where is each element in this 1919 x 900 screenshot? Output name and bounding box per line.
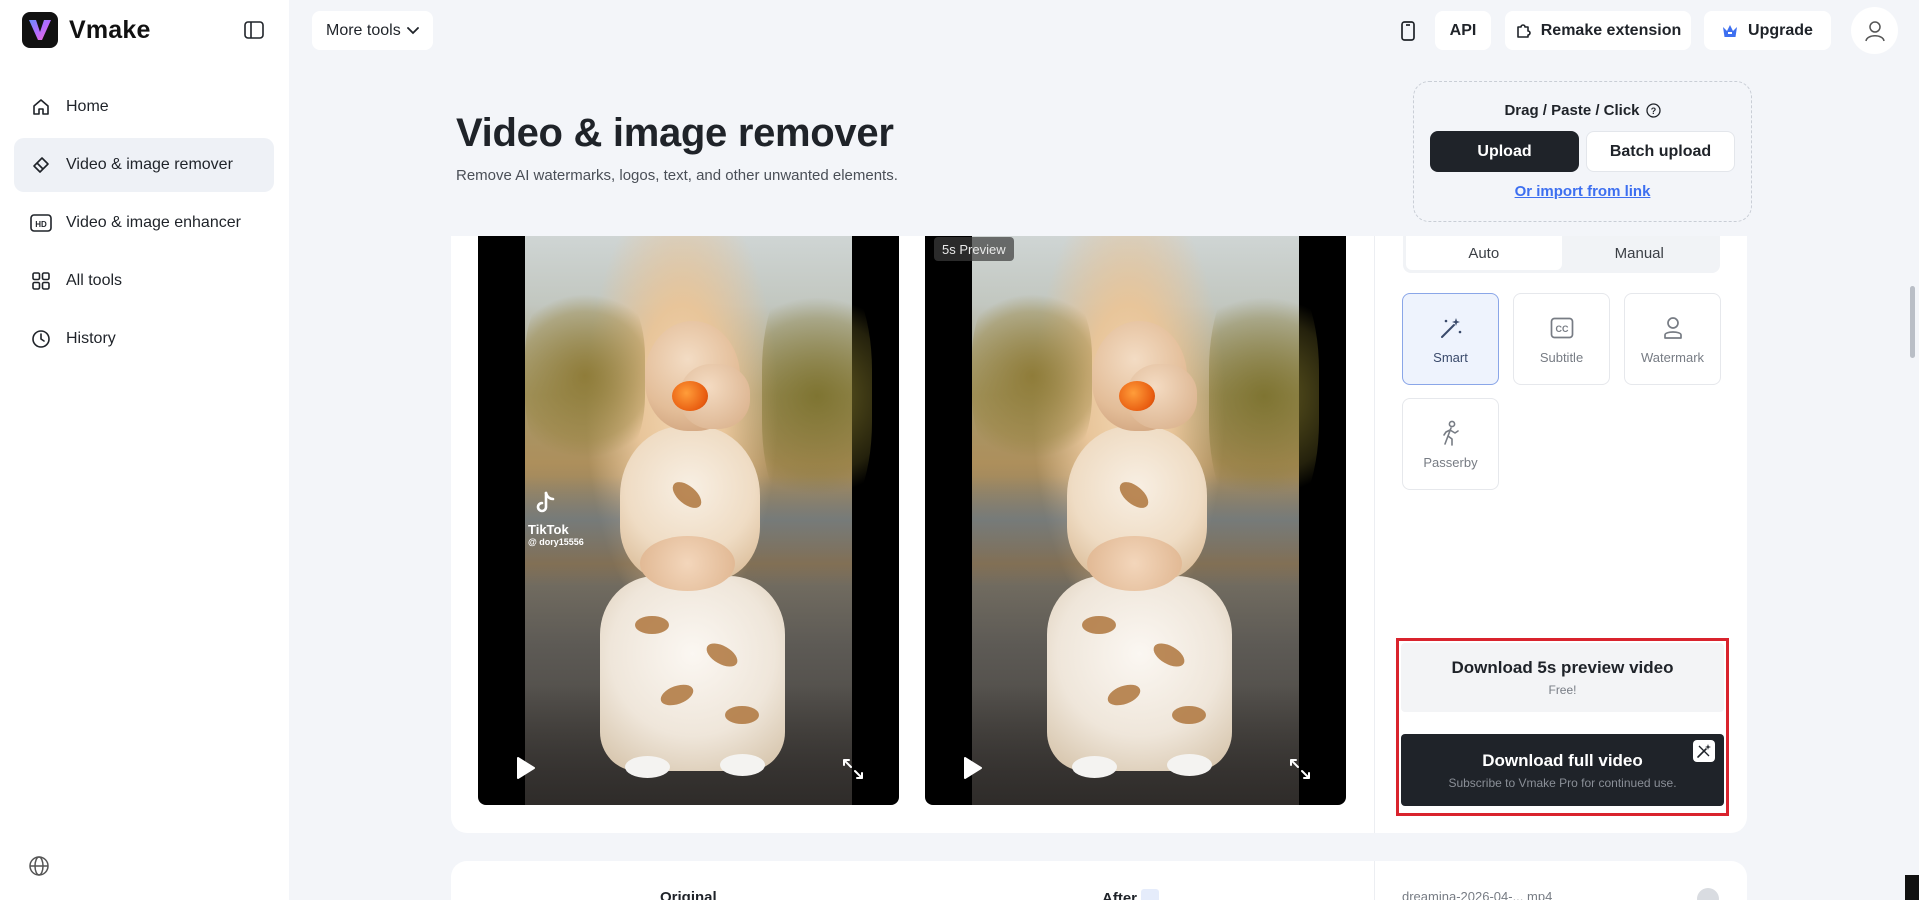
page-title: Video & image remover — [456, 111, 894, 155]
mobile-app-button[interactable] — [1391, 11, 1425, 50]
original-video-player[interactable]: TikTok @ dory15556 — [478, 236, 899, 805]
tool-label: Passerby — [1423, 454, 1478, 470]
after-label-text: After — [1102, 890, 1138, 900]
tab-auto[interactable]: Auto — [1406, 236, 1562, 270]
phone-icon — [1401, 20, 1415, 41]
svg-text:?: ? — [1650, 106, 1656, 116]
api-button[interactable]: API — [1435, 11, 1491, 50]
expand-icon[interactable] — [1288, 757, 1312, 781]
svg-text:HD: HD — [35, 220, 47, 229]
upgrade-label: Upgrade — [1748, 21, 1813, 39]
play-icon[interactable] — [512, 755, 538, 781]
play-icon[interactable] — [959, 755, 985, 781]
sidebar-item-history[interactable]: History — [14, 312, 274, 366]
upgrade-button[interactable]: Upgrade — [1704, 11, 1831, 50]
after-label: After — [1102, 889, 1160, 900]
close-icon[interactable] — [1697, 888, 1719, 900]
svg-text:CC: CC — [1555, 324, 1568, 334]
download-preview-button[interactable]: Download 5s preview video Free! — [1401, 643, 1724, 712]
sidebar-item-all-tools[interactable]: All tools — [14, 254, 274, 308]
tool-label: Smart — [1433, 349, 1468, 365]
more-tools-label: More tools — [326, 21, 401, 39]
puzzle-icon — [1516, 23, 1531, 38]
sidebar-item-home[interactable]: Home — [14, 80, 274, 134]
upload-button[interactable]: Upload — [1430, 131, 1579, 172]
pro-magic-icon — [1693, 740, 1715, 762]
original-label: Original — [660, 889, 717, 900]
sidebar-item-label: Video & image remover — [66, 156, 233, 173]
upload-dropzone[interactable]: Drag / Paste / Click ? Upload Batch uplo… — [1413, 81, 1752, 222]
clock-icon — [30, 328, 52, 350]
tool-label: Watermark — [1640, 349, 1705, 365]
more-tools-dropdown[interactable]: More tools — [312, 11, 433, 50]
upload-hint-label: Drag / Paste / Click — [1504, 102, 1640, 119]
remake-extension-button[interactable]: Remake extension — [1505, 11, 1691, 50]
chevron-down-icon — [406, 26, 419, 34]
walker-icon — [1437, 419, 1465, 447]
after-video-player[interactable]: 5s Preview — [925, 236, 1346, 805]
tiktok-watermark: TikTok @ dory15556 — [528, 491, 584, 547]
batch-upload-button[interactable]: Batch upload — [1586, 131, 1735, 172]
tool-watermark[interactable]: Watermark — [1624, 293, 1721, 385]
sidebar-item-label: All tools — [66, 272, 123, 289]
page-scrollbar-track[interactable] — [1906, 0, 1919, 900]
download-full-sub: Subscribe to Vmake Pro for continued use… — [1448, 775, 1677, 790]
tool-passerby[interactable]: Passerby — [1402, 398, 1499, 490]
expand-icon[interactable] — [841, 757, 865, 781]
sidebar-item-video-image-remover[interactable]: Video & image remover — [14, 138, 274, 192]
sidebar-item-label: History — [66, 330, 116, 347]
download-full-title: Download full video — [1482, 750, 1643, 770]
grid-icon — [30, 270, 52, 292]
app-name: Vmake — [69, 15, 151, 44]
sidebar-item-label: Home — [66, 98, 109, 115]
avatar[interactable] — [1851, 7, 1898, 54]
tool-subtitle[interactable]: CC Subtitle — [1513, 293, 1610, 385]
download-full-button[interactable]: Download full video Subscribe to Vmake P… — [1401, 734, 1724, 806]
watermark-brand: TikTok — [528, 522, 569, 537]
panel-divider — [1374, 861, 1375, 900]
eraser-icon — [30, 154, 52, 176]
crown-icon — [1723, 24, 1738, 37]
magic-wand-icon — [1141, 889, 1160, 900]
user-icon — [1864, 20, 1885, 41]
language-globe-icon[interactable] — [28, 855, 50, 877]
person-icon — [1659, 314, 1687, 342]
cc-icon: CC — [1548, 314, 1576, 342]
sidebar-nav: Home Video & image remover HD Video & im… — [14, 80, 274, 370]
tool-label: Subtitle — [1539, 349, 1584, 365]
remake-extension-label: Remake extension — [1540, 21, 1682, 39]
tab-manual[interactable]: Manual — [1562, 236, 1718, 270]
sidebar-item-label: Video & image enhancer — [66, 214, 241, 231]
panel-divider — [1374, 236, 1375, 833]
file-name: dreamina-2026-04-... mp4 — [1402, 889, 1553, 900]
sidebar-toggle-icon[interactable] — [242, 19, 266, 41]
download-preview-title: Download 5s preview video — [1451, 658, 1674, 677]
api-label: API — [1449, 21, 1477, 39]
page-scrollbar-thumb[interactable] — [1910, 286, 1915, 358]
import-from-link[interactable]: Or import from link — [1414, 183, 1751, 200]
upload-hint: Drag / Paste / Click ? — [1414, 102, 1751, 119]
editor-card: TikTok @ dory15556 5s Preview Auto Manua… — [451, 236, 1747, 833]
hd-icon: HD — [30, 212, 52, 234]
tool-smart[interactable]: Smart — [1402, 293, 1499, 385]
after-video-frame — [972, 236, 1319, 805]
app-logo[interactable]: Vmake — [22, 12, 151, 48]
sidebar-item-video-image-enhancer[interactable]: HD Video & image enhancer — [14, 196, 274, 250]
home-icon — [30, 96, 52, 118]
vmake-logo-icon — [22, 12, 58, 48]
preview-badge: 5s Preview — [934, 237, 1014, 261]
watermark-user: @ dory15556 — [528, 537, 584, 547]
sidebar: Vmake Home Video & image remover HD Vide… — [0, 0, 289, 900]
page-subtitle: Remove AI watermarks, logos, text, and o… — [456, 167, 898, 184]
mode-tabs: Auto Manual — [1403, 236, 1720, 273]
download-preview-sub: Free! — [1548, 683, 1577, 697]
help-icon[interactable]: ? — [1645, 103, 1661, 118]
window-corner — [1905, 875, 1919, 900]
tiktok-logo-icon — [536, 491, 555, 513]
magic-wand-icon — [1437, 314, 1465, 342]
second-result-card: Original After dreamina-2026-04-... mp4 — [451, 861, 1747, 900]
